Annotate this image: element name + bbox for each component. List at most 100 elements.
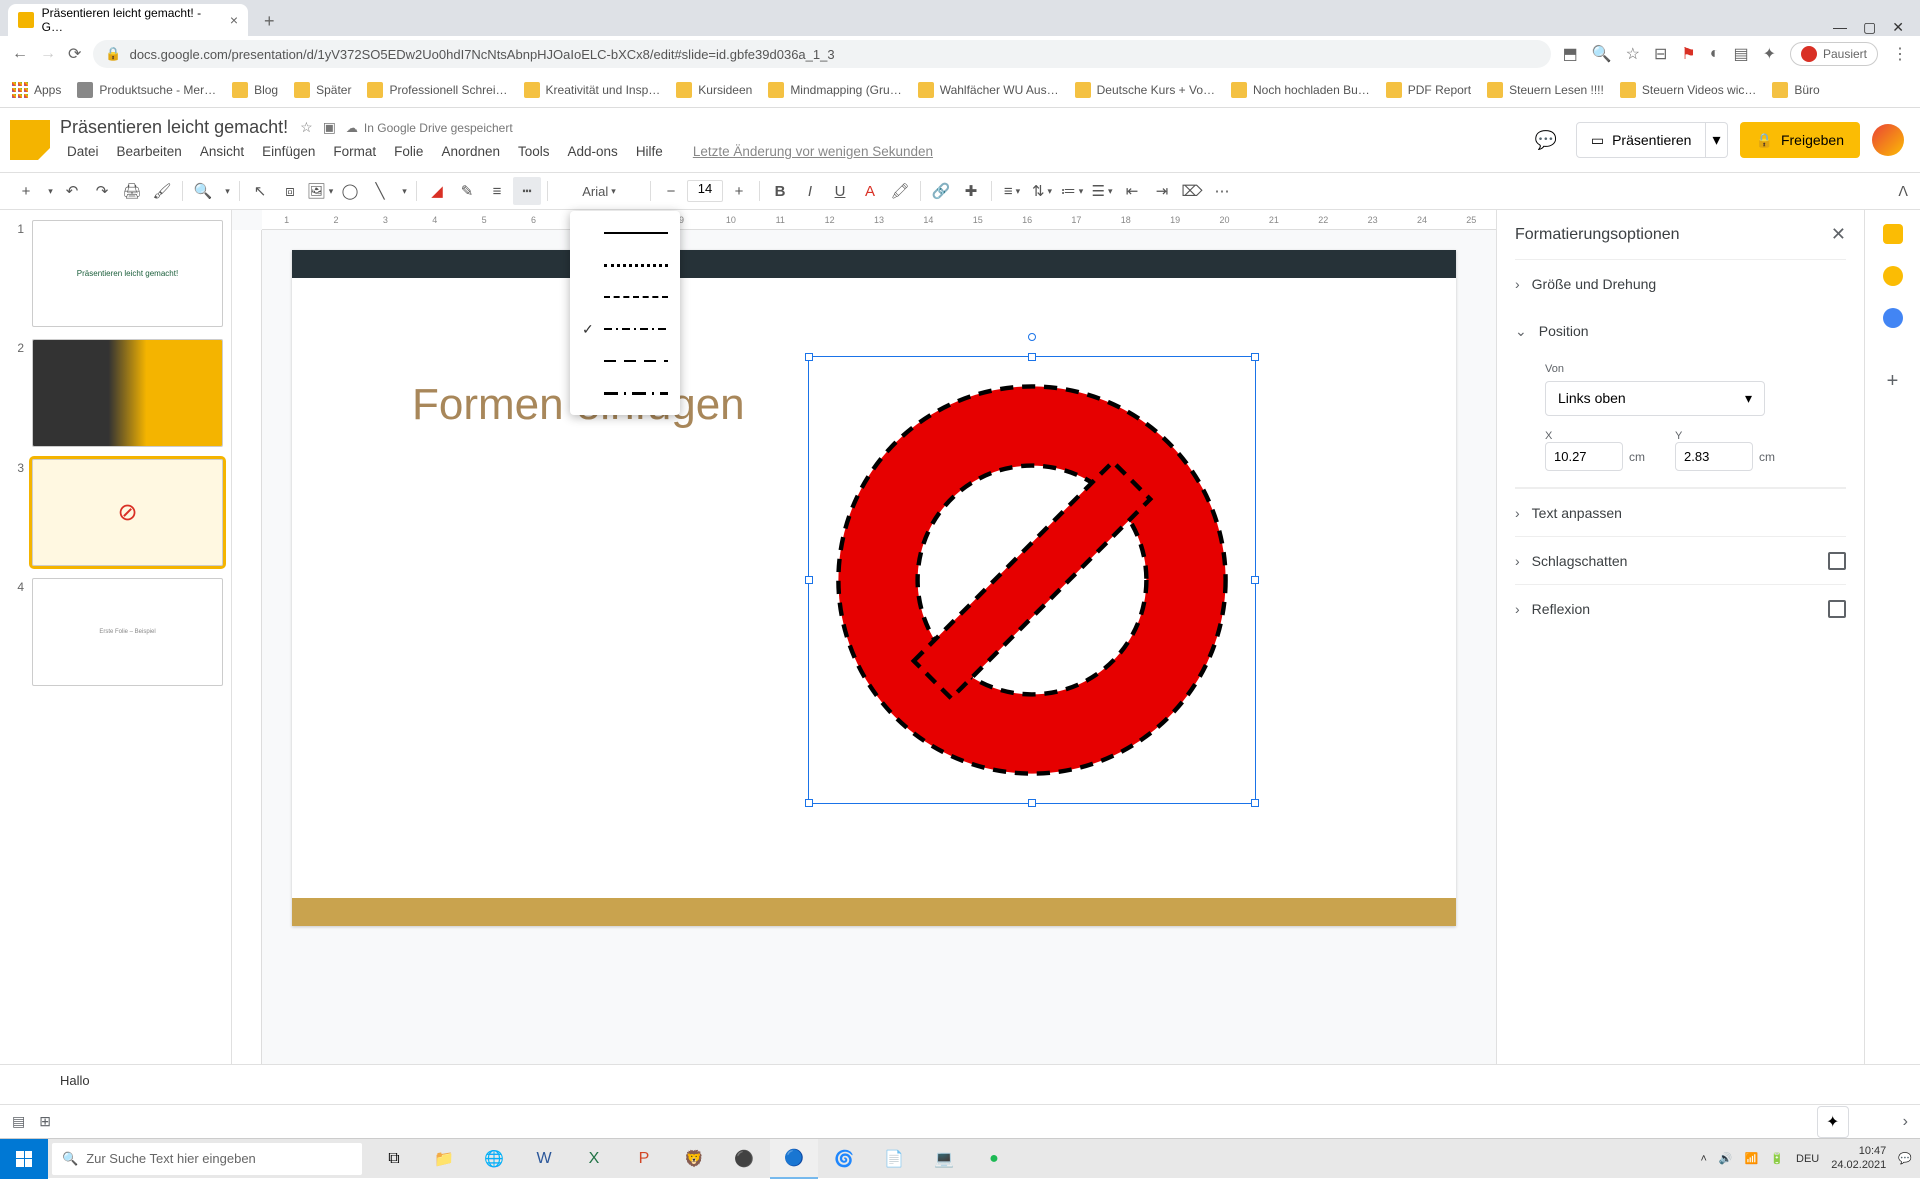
link-button[interactable]: 🔗 bbox=[927, 177, 955, 205]
new-slide-button[interactable]: + bbox=[12, 177, 40, 205]
battery-icon[interactable]: 🔋 bbox=[1770, 1152, 1784, 1165]
filmstrip-view-icon[interactable]: ▤ bbox=[12, 1113, 25, 1130]
menu-file[interactable]: Datei bbox=[60, 140, 106, 163]
zoom-dropdown[interactable] bbox=[219, 177, 233, 205]
menu-help[interactable]: Hilfe bbox=[629, 140, 670, 163]
volume-icon[interactable]: 🔊 bbox=[1719, 1152, 1733, 1165]
new-tab-button[interactable]: + bbox=[256, 7, 283, 36]
task-view-icon[interactable]: ⧉ bbox=[370, 1139, 418, 1179]
close-panel-button[interactable]: ✕ bbox=[1831, 224, 1846, 245]
zoom-button[interactable]: 🔍 bbox=[189, 177, 217, 205]
drive-status[interactable]: ☁ In Google Drive gespeichert bbox=[346, 119, 513, 136]
bold-button[interactable]: B bbox=[766, 177, 794, 205]
bookmark-item[interactable]: Wahlfächer WU Aus… bbox=[918, 82, 1059, 98]
image-button[interactable]: 🖼 bbox=[306, 177, 334, 205]
spotify-icon[interactable]: ● bbox=[970, 1139, 1018, 1179]
reflection-checkbox[interactable] bbox=[1828, 600, 1846, 618]
new-slide-dropdown[interactable] bbox=[42, 177, 56, 205]
bookmark-item[interactable]: Kursideen bbox=[676, 82, 752, 98]
border-color-button[interactable]: ✎ bbox=[453, 177, 481, 205]
dash-option-dashdot[interactable]: ✓ bbox=[570, 313, 680, 345]
decrease-font-button[interactable]: − bbox=[657, 177, 685, 205]
calendar-icon[interactable] bbox=[1883, 224, 1903, 244]
dash-option-longdashdot[interactable] bbox=[570, 377, 680, 409]
zoom-icon[interactable]: 🔍 bbox=[1592, 44, 1612, 64]
star-icon[interactable]: ☆ bbox=[1626, 44, 1640, 64]
clock[interactable]: 10:47 24.02.2021 bbox=[1831, 1145, 1886, 1171]
dash-option-dashed[interactable] bbox=[570, 281, 680, 313]
resize-handle[interactable] bbox=[1028, 799, 1036, 807]
expand-arrow-icon[interactable]: › bbox=[1903, 1113, 1908, 1131]
menu-slide[interactable]: Folie bbox=[387, 140, 430, 163]
numbered-list-button[interactable]: ≔ bbox=[1058, 177, 1086, 205]
obs-icon[interactable]: ⚫ bbox=[720, 1139, 768, 1179]
excel-icon[interactable]: X bbox=[570, 1139, 618, 1179]
menu-arrange[interactable]: Anordnen bbox=[434, 140, 507, 163]
slide-canvas[interactable]: Formen einfügen bbox=[292, 250, 1456, 926]
resize-handle[interactable] bbox=[1028, 353, 1036, 361]
app2-icon[interactable]: 💻 bbox=[920, 1139, 968, 1179]
dash-option-solid[interactable] bbox=[570, 217, 680, 249]
resize-handle[interactable] bbox=[805, 353, 813, 361]
highlight-button[interactable]: 🖍 bbox=[886, 177, 914, 205]
install-icon[interactable]: ⬒ bbox=[1563, 44, 1578, 64]
app-icon[interactable]: 📄 bbox=[870, 1139, 918, 1179]
menu-insert[interactable]: Einfügen bbox=[255, 140, 322, 163]
shadow-checkbox[interactable] bbox=[1828, 552, 1846, 570]
menu-edit[interactable]: Bearbeiten bbox=[110, 140, 189, 163]
edge2-icon[interactable]: 🌀 bbox=[820, 1139, 868, 1179]
start-button[interactable] bbox=[0, 1139, 48, 1179]
decrease-indent-button[interactable]: ⇤ bbox=[1118, 177, 1146, 205]
dash-option-longdash[interactable] bbox=[570, 345, 680, 377]
bookmark-item[interactable]: Steuern Videos wic… bbox=[1620, 82, 1757, 98]
position-from-select[interactable]: Links oben ▾ bbox=[1545, 381, 1765, 416]
align-button[interactable]: ≡ bbox=[998, 177, 1026, 205]
y-input[interactable] bbox=[1675, 442, 1753, 471]
edge-icon[interactable]: 🌐 bbox=[470, 1139, 518, 1179]
apps-bookmark[interactable]: Apps bbox=[12, 82, 61, 98]
border-weight-button[interactable]: ≡ bbox=[483, 177, 511, 205]
bookmark-item[interactable]: Büro bbox=[1772, 82, 1819, 98]
shape-button[interactable]: ◯ bbox=[336, 177, 364, 205]
profile-button[interactable]: Pausiert bbox=[1790, 42, 1878, 66]
font-selector[interactable]: Arial bbox=[554, 177, 644, 205]
close-icon[interactable]: × bbox=[230, 12, 238, 28]
bookmark-item[interactable]: Deutsche Kurs + Vo… bbox=[1075, 82, 1215, 98]
menu-addons[interactable]: Add-ons bbox=[561, 140, 625, 163]
x-input[interactable] bbox=[1545, 442, 1623, 471]
share-button[interactable]: 🔒 Freigeben bbox=[1740, 122, 1860, 158]
account-avatar[interactable] bbox=[1872, 124, 1904, 156]
explore-button[interactable]: ✦ bbox=[1817, 1106, 1849, 1138]
comments-button[interactable]: 💬 bbox=[1528, 122, 1564, 158]
text-color-button[interactable]: A bbox=[856, 177, 884, 205]
powerpoint-icon[interactable]: P bbox=[620, 1139, 668, 1179]
more-tools-button[interactable]: ⋯ bbox=[1208, 177, 1236, 205]
price-icon[interactable]: ⚑ bbox=[1681, 44, 1695, 64]
back-button[interactable]: ← bbox=[12, 45, 28, 63]
section-reflection[interactable]: › Reflexion bbox=[1515, 584, 1846, 632]
reload-button[interactable]: ⟳ bbox=[68, 44, 81, 64]
increase-font-button[interactable]: + bbox=[725, 177, 753, 205]
line-button[interactable]: ╲ bbox=[366, 177, 394, 205]
resize-handle[interactable] bbox=[805, 799, 813, 807]
bookmark-item[interactable]: Steuern Lesen !!!! bbox=[1487, 82, 1604, 98]
present-dropdown[interactable]: ▾ bbox=[1706, 122, 1727, 158]
underline-button[interactable]: U bbox=[826, 177, 854, 205]
move-icon[interactable]: ▣ bbox=[323, 119, 336, 136]
more-icon[interactable]: ⋮ bbox=[1892, 44, 1908, 64]
bookmark-item[interactable]: Noch hochladen Bu… bbox=[1231, 82, 1370, 98]
fill-color-button[interactable]: ◢ bbox=[423, 177, 451, 205]
present-button[interactable]: ▭ Präsentieren bbox=[1576, 122, 1707, 158]
explorer-icon[interactable]: 📁 bbox=[420, 1139, 468, 1179]
tasks-icon[interactable] bbox=[1883, 308, 1903, 328]
forward-button[interactable]: → bbox=[40, 45, 56, 63]
slide-thumb-4[interactable]: 4 Erste Folie – Beispiel bbox=[8, 578, 223, 685]
bookmark-item[interactable]: Kreativität und Insp… bbox=[524, 82, 661, 98]
brave-icon[interactable]: 🦁 bbox=[670, 1139, 718, 1179]
italic-button[interactable]: I bbox=[796, 177, 824, 205]
menu-tools[interactable]: Tools bbox=[511, 140, 557, 163]
shield-icon[interactable]: ◐ bbox=[1710, 45, 1720, 63]
grid-view-icon[interactable]: ⊞ bbox=[39, 1113, 51, 1130]
chrome-icon[interactable]: 🔵 bbox=[770, 1139, 818, 1179]
tray-chevron-icon[interactable]: ˄ bbox=[1700, 1153, 1706, 1165]
